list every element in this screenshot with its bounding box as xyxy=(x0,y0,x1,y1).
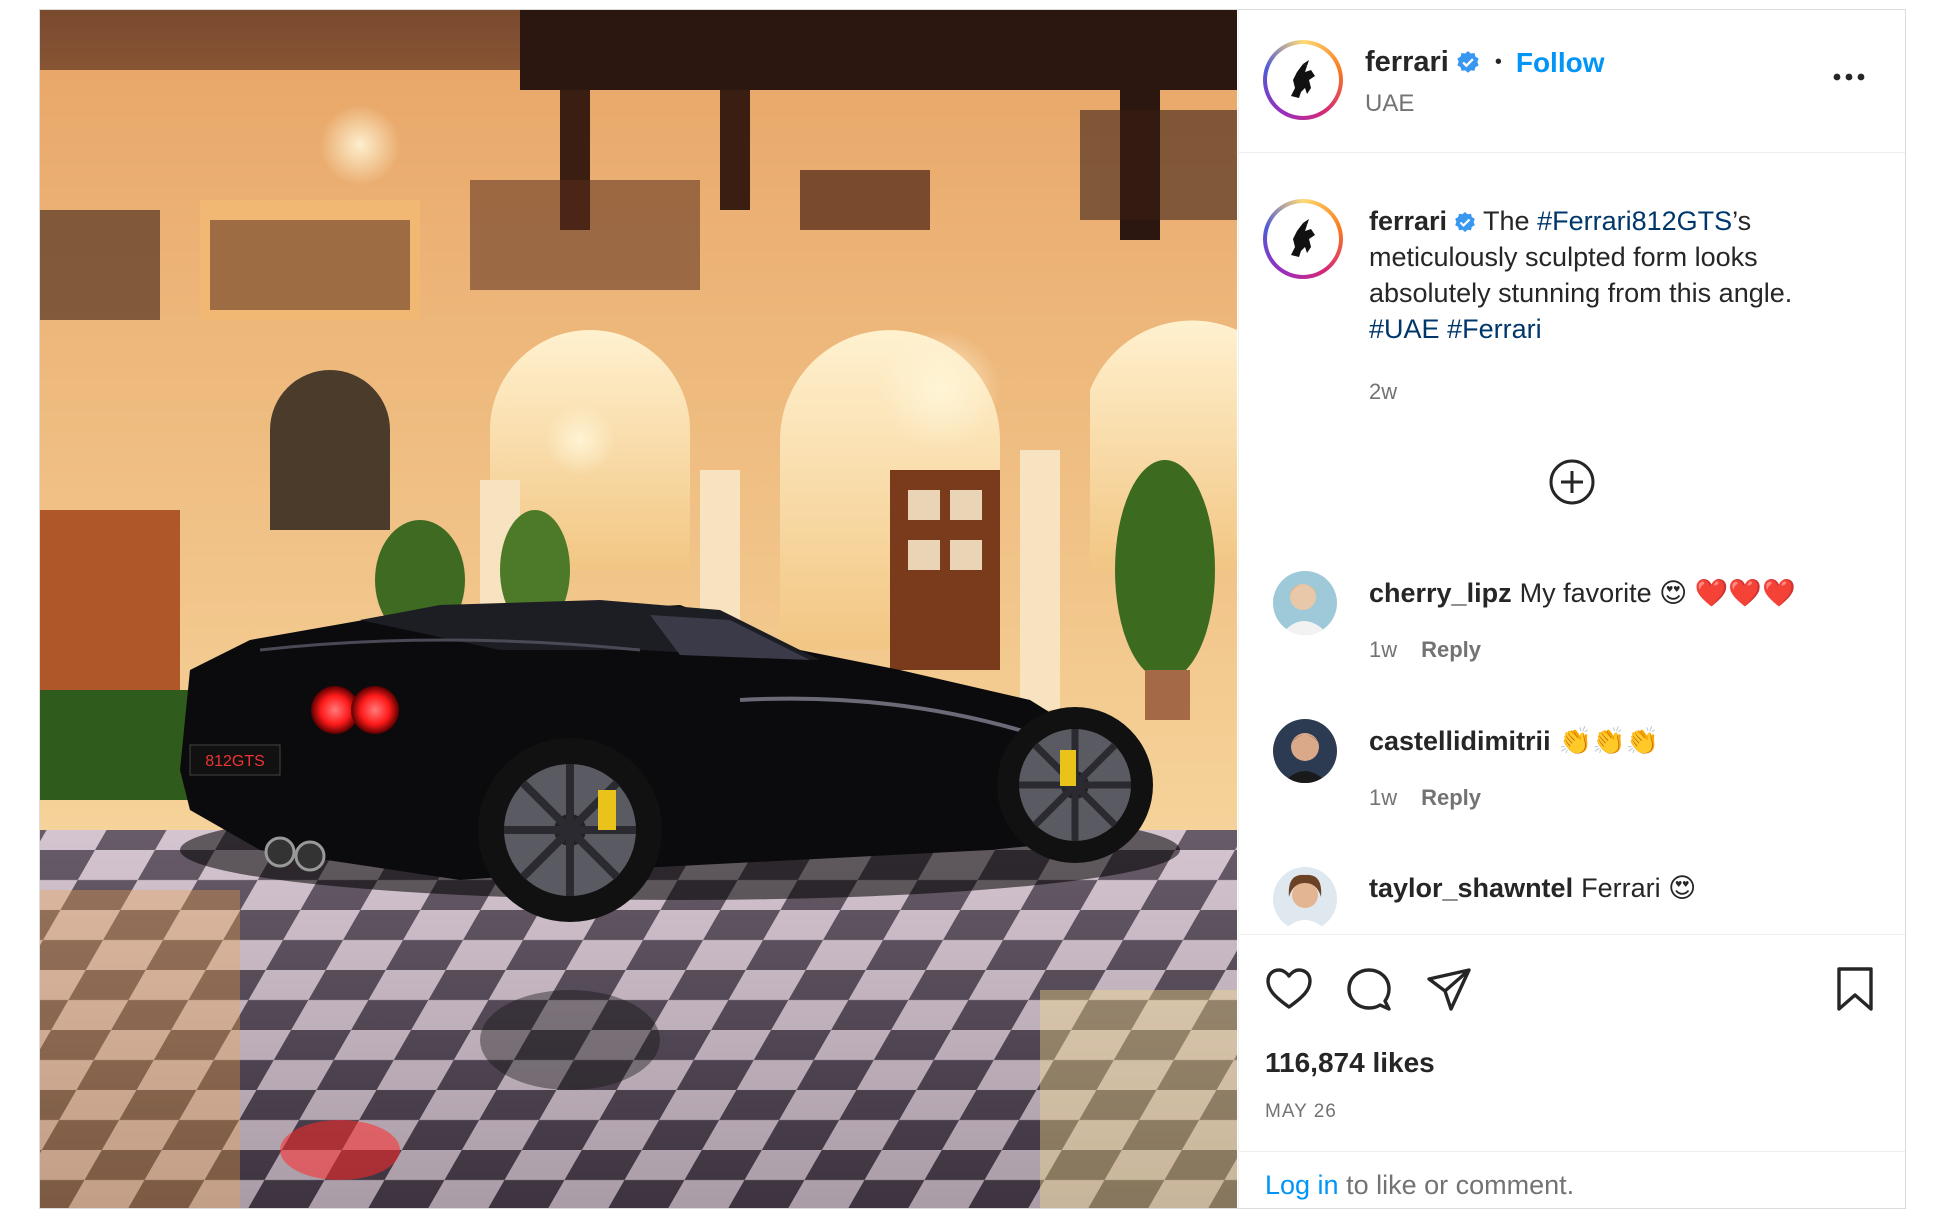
post-side-panel: ferrari • Follow UAE ferrari The #Ferrar… xyxy=(1238,10,1905,1208)
car-plate-text: 812GTS xyxy=(205,753,265,770)
commenter-avatar[interactable] xyxy=(1273,571,1337,635)
verified-badge-icon xyxy=(1455,211,1475,232)
comment-text-row: castellidimitrii 👏👏👏 xyxy=(1369,725,1659,757)
follow-button[interactable]: Follow xyxy=(1516,47,1605,79)
comment-username[interactable]: castellidimitrii xyxy=(1369,726,1551,756)
comment-body: 👏👏👏 xyxy=(1558,726,1660,756)
comment-username[interactable]: taylor_shawntel xyxy=(1369,873,1573,903)
comment-meta: 1w Reply xyxy=(1369,785,1481,811)
post-actions: 116,874 likes MAY 26 Log in to like or c… xyxy=(1239,934,1905,1209)
reply-button[interactable]: Reply xyxy=(1421,637,1481,662)
login-link[interactable]: Log in xyxy=(1265,1170,1339,1200)
comment-meta: 1w Reply xyxy=(1369,637,1481,663)
login-text: Log in to like or comment. xyxy=(1265,1170,1574,1201)
comment-item: taylor_shawntel Ferrari 😍 xyxy=(1239,867,1905,933)
header-line: ferrari • Follow xyxy=(1365,46,1605,79)
post-location[interactable]: UAE xyxy=(1365,90,1414,118)
likes-count[interactable]: 116,874 likes xyxy=(1265,1047,1435,1079)
save-bookmark-icon[interactable] xyxy=(1831,965,1879,1013)
comment-bubble-icon[interactable] xyxy=(1345,965,1393,1013)
ferrari-logo-icon xyxy=(1271,48,1335,112)
commenter-avatar[interactable] xyxy=(1273,867,1337,931)
comment-body: My favorite 😍 ❤️❤️❤️ xyxy=(1519,578,1796,608)
login-prompt: Log in to like or comment. xyxy=(1239,1151,1905,1210)
commenter-avatar[interactable] xyxy=(1273,719,1337,783)
comment-item: castellidimitrii 👏👏👏 1w Reply xyxy=(1239,719,1905,839)
ferrari-photo-illustration: 812GTS xyxy=(40,10,1237,1208)
caption-username[interactable]: ferrari xyxy=(1369,206,1447,236)
login-rest: to like or comment. xyxy=(1338,1170,1575,1200)
hashtag-ferrari[interactable]: #Ferrari xyxy=(1447,314,1542,344)
comment-item: cherry_lipz My favorite 😍 ❤️❤️❤️ 1w Reply xyxy=(1239,571,1905,691)
post-caption: ferrari The #Ferrari812GTS’s meticulousl… xyxy=(1369,203,1869,347)
comment-time[interactable]: 1w xyxy=(1369,637,1397,662)
profile-avatar[interactable] xyxy=(1263,40,1343,120)
header-dot: • xyxy=(1494,51,1502,73)
caption-timestamp[interactable]: 2w xyxy=(1369,379,1397,405)
post-header: ferrari • Follow UAE xyxy=(1239,10,1905,153)
hashtag-ferrari812gts[interactable]: #Ferrari812GTS xyxy=(1537,206,1732,236)
comments-section[interactable]: ferrari The #Ferrari812GTS’s meticulousl… xyxy=(1239,153,1905,933)
header-username[interactable]: ferrari xyxy=(1365,46,1449,79)
caption-avatar[interactable] xyxy=(1263,199,1343,279)
post-frame: 812GTS ferrari • Follow UAE ferrari The … xyxy=(39,9,1906,1209)
reply-button[interactable]: Reply xyxy=(1421,785,1481,810)
ferrari-logo-icon xyxy=(1271,207,1335,271)
hashtag-uae[interactable]: #UAE xyxy=(1369,314,1440,344)
comment-username[interactable]: cherry_lipz xyxy=(1369,578,1512,608)
share-send-icon[interactable] xyxy=(1425,965,1473,1013)
comment-time[interactable]: 1w xyxy=(1369,785,1397,810)
load-more-comments-icon[interactable] xyxy=(1547,457,1597,507)
comment-text-row: taylor_shawntel Ferrari 😍 xyxy=(1369,873,1696,904)
post-date[interactable]: MAY 26 xyxy=(1265,1101,1337,1123)
comment-body: Ferrari 😍 xyxy=(1581,873,1697,903)
more-options-icon[interactable] xyxy=(1829,62,1869,92)
post-photo[interactable]: 812GTS xyxy=(40,10,1237,1208)
verified-badge-icon xyxy=(1457,50,1479,73)
like-heart-icon[interactable] xyxy=(1265,965,1313,1013)
comment-text-row: cherry_lipz My favorite 😍 ❤️❤️❤️ xyxy=(1369,577,1796,609)
caption-text-before: The xyxy=(1483,206,1538,236)
